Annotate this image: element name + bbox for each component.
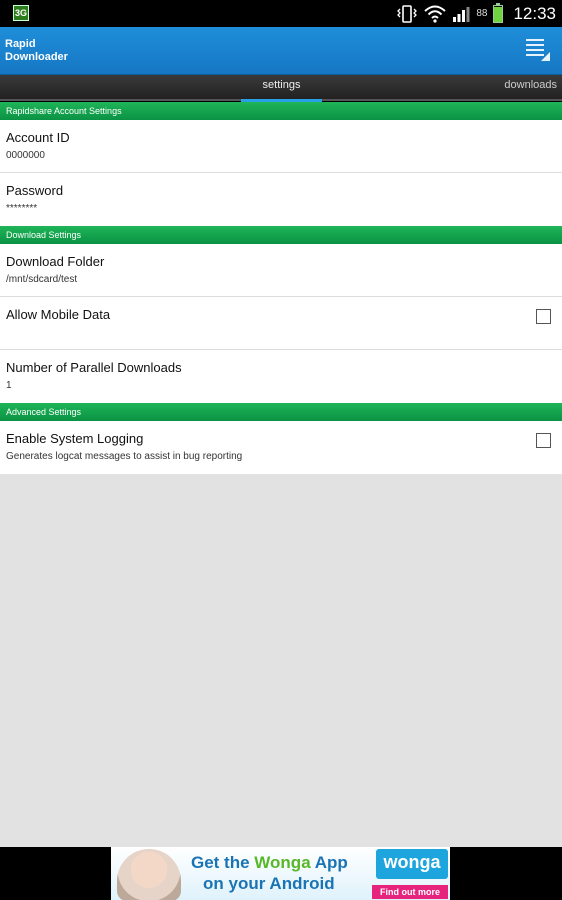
pref-title: Number of Parallel Downloads [6,360,182,375]
app-title-line1: Rapid [5,38,36,50]
pref-title: Account ID [6,130,70,145]
wifi-icon [424,5,446,23]
tab-settings-label: settings [262,79,301,91]
status-bar: 3G 88 12:33 [0,0,562,27]
pref-summary: 0000000 [6,150,45,161]
section-header-download: Download Settings [0,226,562,244]
pref-summary: /mnt/sdcard/test [6,274,78,285]
pref-title: Password [6,183,64,198]
status-time: 12:33 [513,3,556,23]
pref-parallel-downloads[interactable]: Number of Parallel Downloads 1 [0,350,562,403]
allow-mobile-data-checkbox[interactable] [536,309,551,324]
battery-icon [493,2,504,23]
section-header-account: Rapidshare Account Settings [0,102,562,120]
ad-headline-prefix: Get the [191,853,255,872]
tab-downloads[interactable]: downloads [504,75,557,101]
ad-headline-brand: Wonga [254,853,311,872]
system-logging-checkbox[interactable] [536,433,551,448]
pref-allow-mobile-data[interactable]: Allow Mobile Data [0,297,562,350]
ad-brand-logo: wonga [376,849,448,879]
action-bar: Rapid Downloader [0,27,562,75]
settings-list: Rapidshare Account Settings Account ID 0… [0,102,562,847]
pref-title: Enable System Logging [6,431,144,446]
pref-account-id[interactable]: Account ID 0000000 [0,120,562,173]
tab-settings[interactable]: settings [241,75,322,103]
battery-level: 88 [476,8,488,19]
pref-password[interactable]: Password ******** [0,173,562,226]
ad-puppet-image [117,849,181,900]
status-icons: 88 12:33 [396,0,556,27]
pref-system-logging[interactable]: Enable System Logging Generates logcat m… [0,421,562,474]
ad-find-out-more-button[interactable]: Find out more [372,885,448,899]
tab-bar: settings downloads [0,75,562,103]
pref-title: Download Folder [6,254,105,269]
pref-download-folder[interactable]: Download Folder /mnt/sdcard/test [0,244,562,297]
section-header-advanced: Advanced Settings [0,403,562,421]
network-3g-icon: 3G [13,5,29,21]
app-title: Rapid Downloader [5,38,85,64]
ad-headline-suffix: App [310,853,348,872]
ad-banner[interactable]: Get the Wonga App on your Android wonga … [111,847,450,900]
pref-summary: Generates logcat messages to assist in b… [6,451,243,462]
ad-headline-line2: on your Android [203,874,335,893]
overflow-menu-button[interactable] [524,37,552,63]
vibrate-icon [397,4,418,23]
signal-icon [453,6,470,22]
ad-headline: Get the Wonga App on your Android [191,852,348,894]
app-title-line2: Downloader [5,51,68,63]
pref-title: Allow Mobile Data [6,307,111,322]
pref-summary: 1 [6,380,12,391]
pref-summary: ******** [6,203,38,214]
tab-downloads-label: downloads [504,79,557,91]
